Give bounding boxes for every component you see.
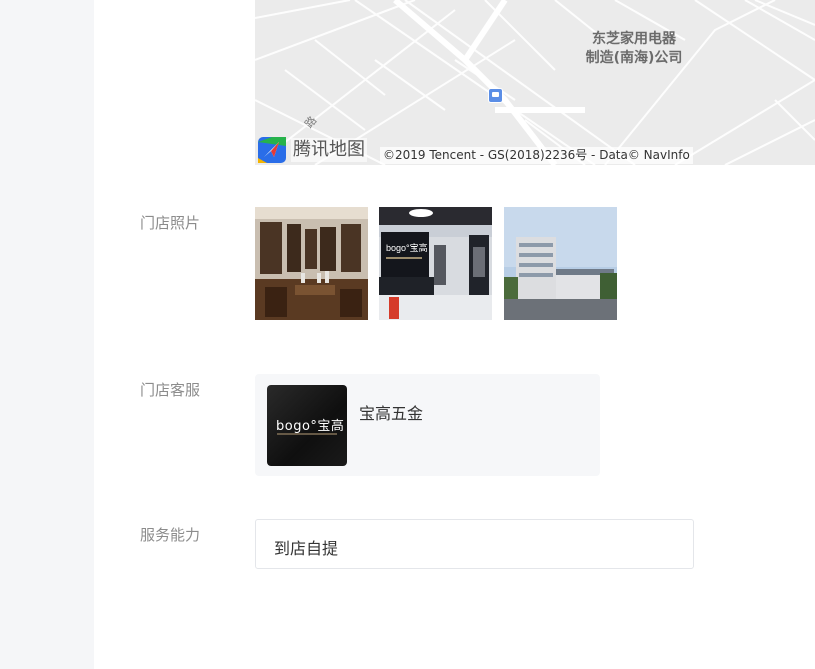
customer-service-avatar[interactable]: bogo°宝高 [267, 385, 347, 466]
service-ability-value: 到店自提 [274, 539, 339, 558]
map-poi-line2: 制造(南海)公司 [585, 50, 683, 66]
store-photo-1-image [255, 207, 368, 320]
store-photo-2[interactable]: bogo°宝高 [379, 207, 492, 320]
map-brand-text[interactable]: 腾讯地图 [291, 138, 367, 162]
map-copyright: ©2019 Tencent - GS(2018)2236号 - Data© Na… [380, 147, 693, 164]
left-sidebar [0, 0, 94, 669]
map-poi-label: 东芝家用电器 制造(南海)公司 [569, 30, 699, 68]
store-photo-3[interactable] [504, 207, 617, 320]
customer-service-card[interactable]: bogo°宝高 宝高五金 [255, 374, 600, 476]
store-photos-label: 门店照片 [140, 214, 201, 232]
map-poi-line1: 东芝家用电器 [592, 31, 676, 47]
service-ability-box: 到店自提 [255, 519, 694, 569]
store-photo-2-image: bogo°宝高 [379, 207, 492, 320]
bus-stop-icon [489, 89, 502, 102]
tencent-map-logo-icon[interactable] [257, 136, 287, 164]
customer-service-label: 门店客服 [140, 381, 201, 399]
store-location-map[interactable]: 东芝家用电器 制造(南海)公司 路 腾讯地图 ©2019 Tencent - G… [255, 0, 815, 165]
customer-service-name[interactable]: 宝高五金 [359, 400, 423, 424]
service-ability-label: 服务能力 [140, 526, 201, 544]
svg-text:bogo°宝高: bogo°宝高 [386, 242, 428, 253]
avatar-brand-text: bogo°宝高 [276, 419, 345, 434]
avatar-brand-underline [277, 433, 337, 435]
store-photo-3-image [504, 207, 617, 320]
store-photo-1[interactable] [255, 207, 368, 320]
